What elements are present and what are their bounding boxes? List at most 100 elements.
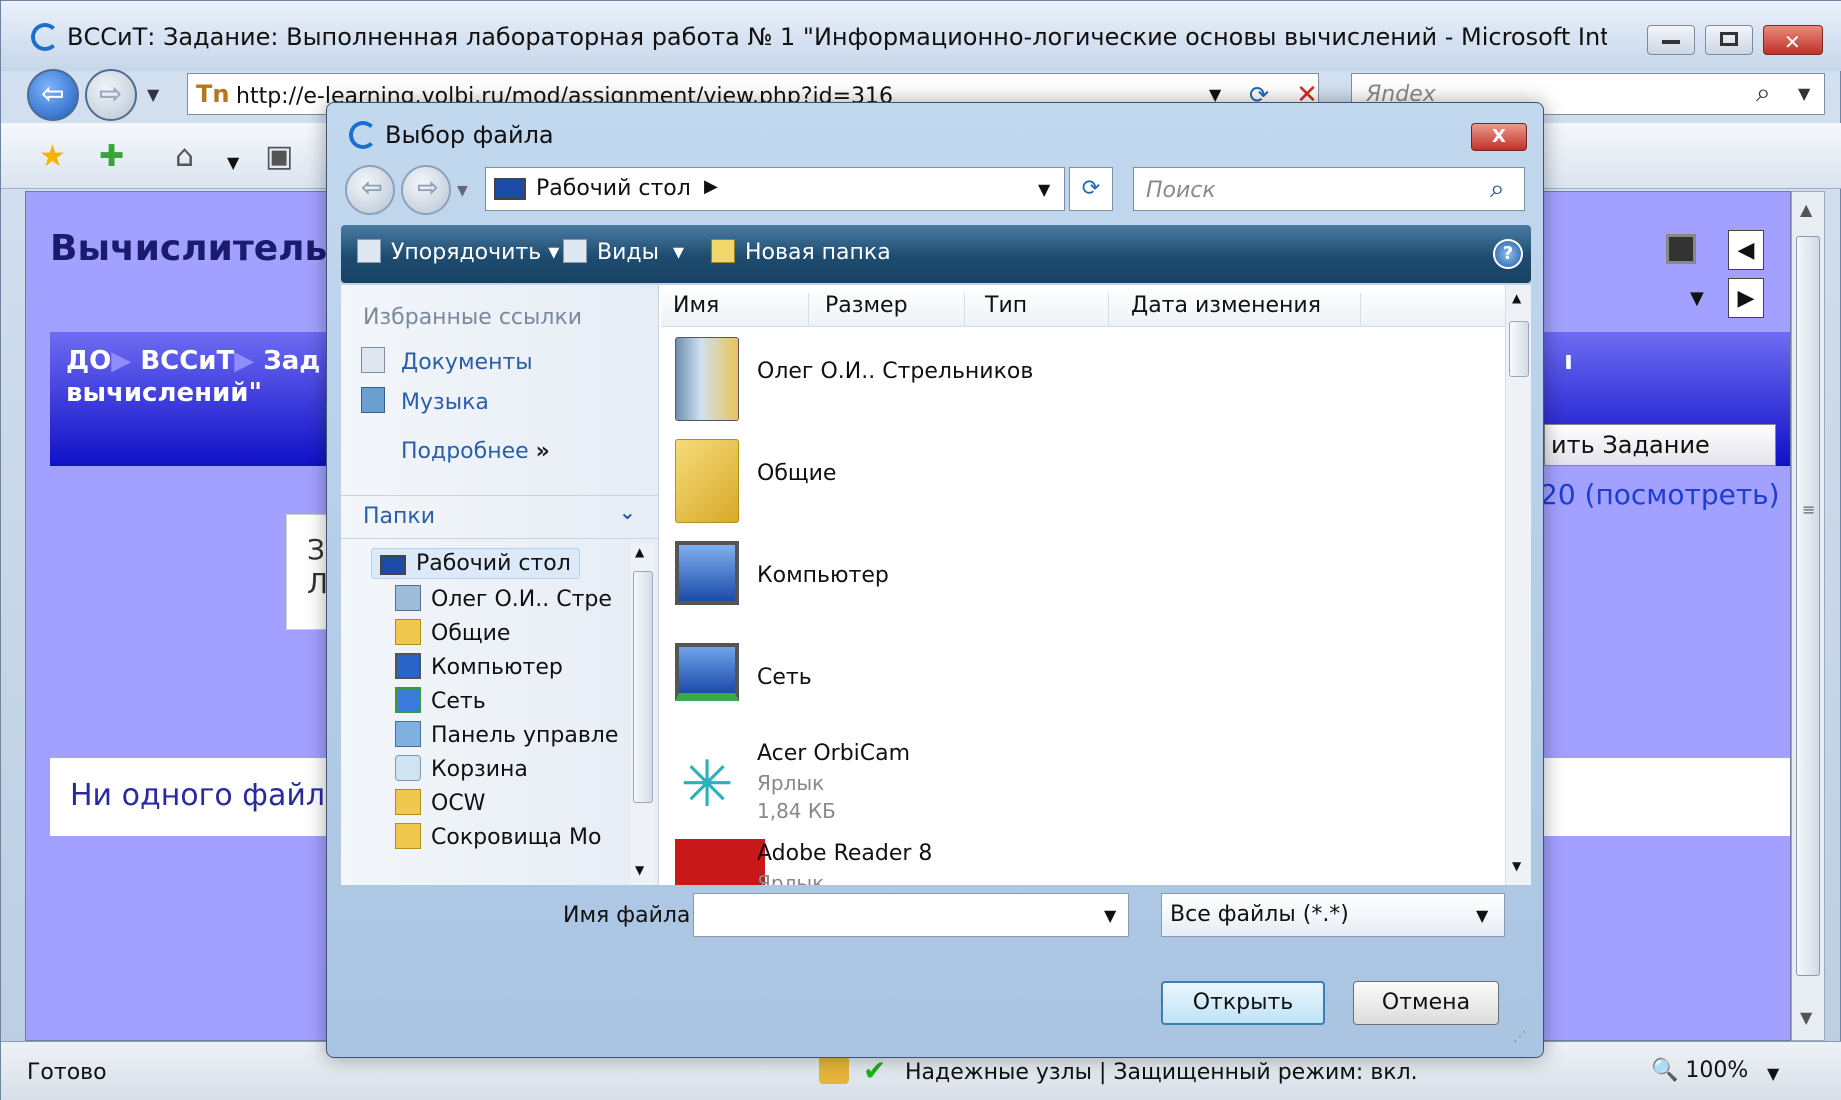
organize-label: Упорядочить [391,240,542,265]
dialog-forward-button[interactable]: ⇨ [401,165,451,215]
list-item[interactable]: Общие [671,431,1471,531]
security-zone[interactable]: Надежные узлы | Защищенный режим: вкл. [905,1060,1418,1085]
dialog-body: Избранные ссылки Документы Музыка Подроб… [341,285,1531,885]
location-bar[interactable]: Рабочий стол ▶ ▼ [485,167,1065,211]
path-separator-icon[interactable]: ▶ [704,176,718,197]
tree-item-network[interactable]: Сеть [395,687,486,714]
scroll-thumb[interactable] [1509,321,1529,377]
list-item[interactable]: Компьютер [671,533,1471,633]
collapse-chevron-icon[interactable]: ⌄ [619,500,636,524]
scroll-up-icon[interactable]: ▲ [1512,291,1521,305]
scroll-up-icon[interactable]: ▲ [1800,200,1812,219]
list-item[interactable]: Adobe Reader 8 Ярлык [671,839,1471,885]
info-box-text: З Л [307,533,329,600]
views-button[interactable]: Виды ▾ [563,239,684,265]
filetype-select[interactable]: Все файлы (*.*) ▼ [1161,893,1505,937]
cancel-button[interactable]: Отмена [1353,981,1499,1025]
column-name[interactable]: Имя [673,293,809,327]
folder-icon [395,823,421,849]
home-dropdown-icon[interactable]: ▼ [227,153,239,172]
dialog-refresh-icon[interactable]: ⟳ [1069,167,1113,211]
scroll-up-icon[interactable]: ▲ [635,545,644,559]
scroll-thumb[interactable] [1796,236,1820,976]
fav-link-music[interactable]: Музыка [361,387,489,415]
tree-item-treasures[interactable]: Сокровища Мо [395,823,601,850]
next-arrow-icon[interactable]: ▶ [1728,278,1764,318]
folders-header[interactable]: Папки ⌄ [341,495,659,539]
list-item[interactable]: Сеть [671,635,1471,735]
column-type[interactable]: Тип [985,293,1109,327]
filename-label: Имя файла: [563,903,698,928]
tree-item-recycle-bin[interactable]: Корзина [395,755,528,782]
security-lock-icon[interactable] [819,1056,849,1084]
file-list-scrollbar[interactable]: ▲ ▼ [1505,285,1531,885]
column-size[interactable]: Размер [825,293,965,327]
tree-item-computer[interactable]: Компьютер [395,653,563,680]
tree-item-label: Общие [431,621,511,646]
scroll-down-icon[interactable]: ▼ [1800,1008,1812,1027]
page-tool-icon[interactable] [1666,234,1696,264]
scroll-down-icon[interactable]: ▼ [1512,859,1521,873]
site-favicon-icon: Tn [196,80,230,108]
dialog-search-placeholder: Поиск [1146,178,1216,203]
resize-grip-icon[interactable]: ⋰ [1513,1029,1527,1045]
column-date[interactable]: Дата изменения [1131,293,1361,327]
filetype-dropdown-icon[interactable]: ▼ [1476,906,1488,925]
tree-scrollbar[interactable]: ▲ ▼ [631,543,655,885]
zoom-level[interactable]: 🔍 100% [1651,1058,1748,1083]
page-scrollbar[interactable]: ▲ ≡ ▼ [1791,191,1825,1041]
tree-item-control-panel[interactable]: Панель управле [395,721,618,748]
scroll-down-icon[interactable]: ▼ [635,863,644,877]
view-submissions-link[interactable]: 20 (посмотреть) [1540,478,1780,511]
recycle-bin-icon [395,755,421,781]
submit-task-button[interactable]: ить Задание [1544,424,1776,466]
tree-item-desktop[interactable]: Рабочий стол [371,548,580,579]
views-icon [563,239,587,263]
nav-select-dropdown-icon[interactable]: ▼ [1690,288,1704,309]
feeds-icon[interactable]: ▣ [265,139,293,174]
file-name: Adobe Reader 8 [757,841,933,866]
list-item[interactable]: Олег О.И.. Стрельников [671,329,1471,429]
dialog-back-button[interactable]: ⇦ [345,165,395,215]
search-icon[interactable]: ⌕ [1490,174,1505,205]
ie-logo-icon [31,23,59,51]
filename-input[interactable]: ▼ [693,893,1129,937]
folder-icon [675,439,739,523]
minimize-button[interactable] [1647,25,1695,55]
file-type: Ярлык [757,871,825,885]
search-icon[interactable]: ⌕ [1756,78,1771,109]
add-favorite-icon[interactable]: ✚ [99,139,124,174]
breadcrumb-item-do[interactable]: ДО [66,346,111,376]
filename-dropdown-icon[interactable]: ▼ [1104,906,1116,925]
dialog-close-button[interactable]: X [1471,123,1527,151]
breadcrumb-item-task[interactable]: Зад [263,346,320,376]
dialog-history-dropdown-icon[interactable]: ▼ [457,183,468,199]
tree-item-user[interactable]: Олег О.И.. Стре [395,585,612,612]
help-icon[interactable]: ? [1493,239,1523,269]
open-button[interactable]: Открыть [1161,981,1325,1025]
filetype-value: Все файлы (*.*) [1170,902,1349,927]
tree-item-public[interactable]: Общие [395,619,510,646]
history-dropdown-icon[interactable]: ▼ [147,85,159,104]
more-link[interactable]: Подробнее » [401,439,550,464]
back-button[interactable]: ⇦ [27,69,79,121]
forward-button[interactable]: ⇨ [85,69,137,121]
network-icon [395,687,421,713]
breadcrumb-item-vssit[interactable]: ВССиТ [140,346,234,376]
close-button[interactable]: ✕ [1763,25,1823,55]
favorites-star-icon[interactable]: ★ [39,139,66,174]
prev-arrow-icon[interactable]: ◀ [1728,230,1764,270]
home-icon[interactable]: ⌂ [175,139,194,174]
scroll-thumb[interactable] [633,571,653,803]
organize-button[interactable]: Упорядочить ▾ [357,239,559,265]
dialog-search-input[interactable]: Поиск ⌕ [1133,167,1525,211]
list-item[interactable]: ✳ Acer OrbiCam Ярлык 1,84 КБ [671,737,1471,837]
new-folder-button[interactable]: Новая папка [711,239,891,265]
search-dropdown-icon[interactable]: ▼ [1798,84,1810,103]
fav-link-documents[interactable]: Документы [361,347,533,375]
tree-item-label: Рабочий стол [416,551,571,576]
zoom-dropdown-icon[interactable]: ▼ [1767,1064,1779,1083]
location-dropdown-icon[interactable]: ▼ [1038,180,1050,199]
maximize-button[interactable] [1705,25,1753,55]
tree-item-ocw[interactable]: OCW [395,789,485,816]
